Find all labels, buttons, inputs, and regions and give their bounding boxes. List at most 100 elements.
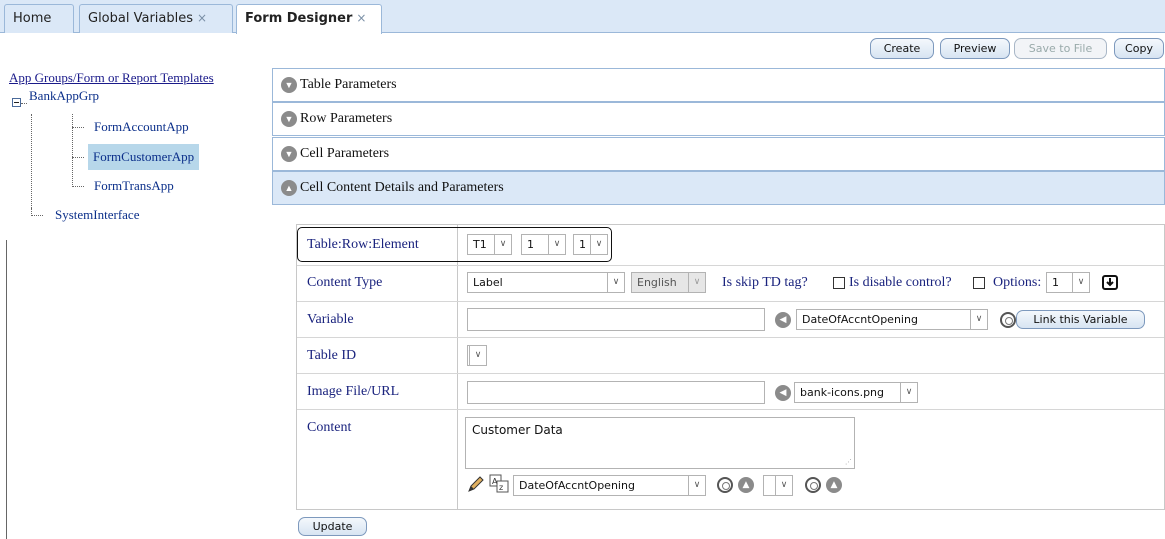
tab-bar: Home Global Variables × Form Designer × [0, 0, 1165, 34]
content-second-select[interactable]: ∨ [763, 475, 793, 496]
content-type-value: Label [473, 276, 503, 289]
tree-node-formaccountapp[interactable]: FormAccountApp [94, 114, 189, 140]
chevron-down-icon: ▼ [281, 77, 297, 93]
tree-connector [72, 157, 84, 158]
column-divider [457, 225, 458, 509]
tree-connector [21, 103, 27, 104]
tree-connector [72, 114, 73, 187]
tree-node-formtransapp[interactable]: FormTransApp [94, 173, 174, 199]
panel-edge [6, 240, 7, 539]
row-select[interactable]: 1 ∨ [521, 234, 566, 255]
element-select[interactable]: 1 ∨ [573, 234, 608, 255]
accordion-table-parameters[interactable]: ▼ Table Parameters [272, 68, 1165, 102]
content-variable-value: DateOfAccntOpening [519, 479, 635, 492]
refresh-icon[interactable] [717, 477, 733, 493]
tree-node-systeminterface[interactable]: SystemInterface [55, 202, 139, 228]
element-select-value: 1 [579, 238, 586, 251]
image-file-label: Image File/URL [307, 384, 400, 399]
accordion-cell-parameters[interactable]: ▼ Cell Parameters [272, 137, 1165, 171]
refresh-icon[interactable] [1000, 312, 1016, 328]
row-divider [297, 301, 1164, 302]
accordion-cell-content[interactable]: ▲ Cell Content Details and Parameters [272, 171, 1165, 205]
download-icon[interactable] [1102, 274, 1118, 290]
tree-connector [72, 127, 84, 128]
chevron-down-icon: ∨ [775, 476, 792, 495]
content-type-select[interactable]: Label ∨ [467, 272, 625, 293]
variable-select-value: DateOfAccntOpening [802, 313, 918, 326]
chevron-down-icon: ∨ [688, 476, 705, 495]
chevron-up-icon[interactable]: ▲ [738, 477, 754, 493]
svg-text:A: A [492, 477, 498, 486]
disable-control-label: Is disable control? [849, 275, 952, 290]
chevron-down-icon: ∨ [970, 310, 987, 329]
accordion-label: Table Parameters [300, 77, 397, 92]
content-textarea[interactable]: Customer Data ⋰ [465, 417, 855, 469]
tree-connector [31, 215, 43, 216]
collapse-toggle-icon[interactable] [12, 98, 21, 107]
close-icon[interactable]: × [197, 11, 207, 25]
chevron-up-icon[interactable]: ▲ [826, 477, 842, 493]
skip-td-checkbox[interactable] [833, 277, 845, 289]
content-text: Customer Data [472, 423, 563, 437]
row-divider [297, 337, 1164, 338]
create-button[interactable]: Create [870, 38, 934, 59]
chevron-down-icon: ∨ [688, 273, 705, 292]
image-select-value: bank-icons.png [800, 386, 885, 399]
tree-connector [72, 186, 84, 187]
content-type-label: Content Type [307, 275, 383, 290]
variable-input[interactable] [467, 308, 765, 331]
chevron-left-icon[interactable]: ◀ [775, 312, 791, 328]
link-variable-button[interactable]: Link this Variable [1016, 310, 1145, 329]
image-file-input[interactable] [467, 381, 765, 404]
chevron-down-icon: ∨ [900, 383, 917, 402]
options-select[interactable]: 1 ∨ [1046, 272, 1090, 293]
tree-node-formcustomerapp[interactable]: FormCustomerApp [88, 144, 200, 170]
skip-td-label: Is skip TD tag? [722, 275, 808, 290]
chevron-down-icon: ∨ [590, 235, 607, 254]
chevron-down-icon: ∨ [494, 235, 511, 254]
template-tree: App Groups/Form or Report Templates Bank… [0, 66, 270, 539]
refresh-icon[interactable] [805, 477, 821, 493]
tab-form-designer[interactable]: Form Designer × [236, 4, 382, 34]
tree-connector [31, 114, 32, 208]
chevron-down-icon: ∨ [1072, 273, 1089, 292]
table-select[interactable]: T1 ∨ [467, 234, 512, 255]
image-select[interactable]: bank-icons.png ∨ [794, 382, 918, 403]
tab-global-variables[interactable]: Global Variables × [79, 4, 233, 33]
variable-label: Variable [307, 312, 354, 327]
table-id-label: Table ID [307, 348, 357, 363]
chevron-down-icon: ∨ [469, 346, 486, 365]
chevron-down-icon: ▼ [281, 111, 297, 127]
accordion-label: Row Parameters [300, 111, 393, 126]
row-divider [297, 265, 1164, 266]
tab-global-variables-label: Global Variables [88, 11, 194, 26]
copy-button[interactable]: Copy [1114, 38, 1164, 59]
tab-home[interactable]: Home [4, 4, 74, 33]
tree-node-bankappgrp[interactable]: BankAppGrp [29, 83, 99, 109]
chevron-down-icon: ▼ [281, 146, 297, 162]
variable-select[interactable]: DateOfAccntOpening ∨ [796, 309, 988, 330]
chevron-left-icon[interactable]: ◀ [775, 385, 791, 401]
update-button[interactable]: Update [298, 517, 367, 536]
options-label: Options: [993, 275, 1042, 290]
tab-form-designer-label: Form Designer [245, 11, 353, 26]
disable-control-checkbox[interactable] [973, 277, 985, 289]
chevron-up-icon: ▲ [281, 180, 297, 196]
preview-button[interactable]: Preview [940, 38, 1010, 59]
translate-icon[interactable]: Az [489, 474, 509, 494]
language-select: English ∨ [631, 272, 706, 293]
svg-text:z: z [499, 483, 503, 492]
language-value: English [637, 276, 677, 289]
options-value: 1 [1052, 276, 1059, 289]
chevron-down-icon: ∨ [607, 273, 624, 292]
resize-grip-icon[interactable]: ⋰ [845, 458, 852, 466]
close-icon[interactable]: × [356, 11, 366, 25]
save-to-file-button: Save to File [1014, 38, 1107, 59]
cell-content-form: Table:Row:Element T1 ∨ 1 ∨ 1 ∨ Content Type… [296, 224, 1165, 510]
accordion-label: Cell Parameters [300, 146, 390, 161]
row-divider [297, 373, 1164, 374]
pencil-icon[interactable] [467, 475, 485, 493]
table-id-select[interactable]: ∨ [467, 345, 487, 366]
accordion-row-parameters[interactable]: ▼ Row Parameters [272, 102, 1165, 136]
content-variable-select[interactable]: DateOfAccntOpening ∨ [513, 475, 706, 496]
